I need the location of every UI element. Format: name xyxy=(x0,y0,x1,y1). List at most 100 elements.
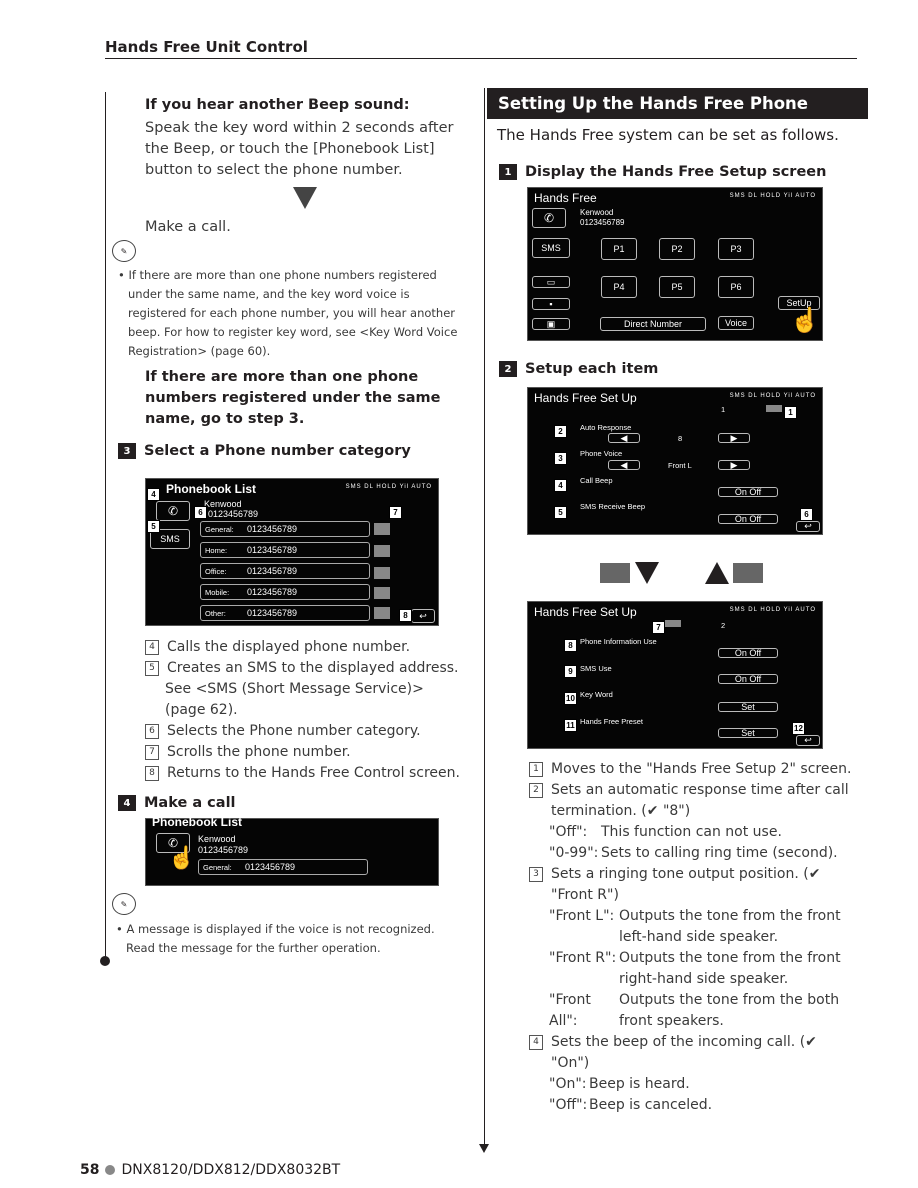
callout-badge: 4 xyxy=(147,488,160,501)
right-item-list: 1 Moves to the "Hands Free Setup 2" scree… xyxy=(529,759,859,1116)
callout-badge: 3 xyxy=(554,452,567,465)
flow-end-dot xyxy=(100,956,110,966)
arrow-down-icon xyxy=(293,187,317,209)
section-title: Setting Up the Hands Free Phone xyxy=(487,88,868,119)
callout-badge: 9 xyxy=(564,665,577,678)
definition: "Front All": Outputs the tone from the bo… xyxy=(549,992,840,1029)
preset-button[interactable]: P2 xyxy=(659,238,695,260)
intro-text: The Hands Free system can be set as foll… xyxy=(497,126,839,144)
sms-button[interactable]: SMS xyxy=(532,238,570,258)
callout-badge: 6 xyxy=(194,506,207,519)
callout-badge: 8 xyxy=(564,639,577,652)
page-number: 58 xyxy=(80,1162,100,1178)
decrease-button[interactable]: ◀ xyxy=(608,433,640,443)
return-button[interactable]: ↩ xyxy=(796,735,820,746)
return-button[interactable]: ↩ xyxy=(796,521,820,532)
callout-badge: 4 xyxy=(554,479,567,492)
step-3-heading: 3 Select a Phone number category xyxy=(118,443,411,459)
callout-badge: 8 xyxy=(399,609,412,622)
phone-row[interactable]: Other: 0123456789 xyxy=(200,605,370,621)
contact-name: Kenwood xyxy=(204,499,242,509)
note-icon: ✎ xyxy=(112,240,136,262)
list-item: 1 Moves to the "Hands Free Setup 2" scree… xyxy=(529,759,859,780)
header-rule xyxy=(105,58,857,59)
continue-arrow-icon xyxy=(479,1144,489,1153)
sms-beep-label: SMS Receive Beep xyxy=(580,502,646,511)
sms-use-label: SMS Use xyxy=(580,664,612,673)
callout-badge: 2 xyxy=(554,425,567,438)
beep-heading: If you hear another Beep sound: xyxy=(145,97,410,113)
preset-button[interactable]: P3 xyxy=(718,238,754,260)
status-bar: SMS DL HOLD Yil AUTO xyxy=(729,607,816,613)
phone-info-label: Phone Information Use xyxy=(580,637,657,646)
definition: "Off": This function can not use. xyxy=(549,824,782,840)
note-icon: ✎ xyxy=(112,893,136,915)
definition: "On": Beep is heard. xyxy=(549,1076,690,1092)
call-button[interactable]: ✆ xyxy=(156,501,190,521)
preset-button[interactable]: P1 xyxy=(601,238,637,260)
screen-title: Hands Free Set Up xyxy=(534,605,637,619)
left-item-list: 4 Calls the displayed phone number. 5 Crea… xyxy=(145,637,465,784)
callout-badge: 5 xyxy=(147,520,160,533)
scroll-button[interactable] xyxy=(374,607,390,619)
key-word-set-button[interactable]: Set xyxy=(718,702,778,712)
preset-set-button[interactable]: Set xyxy=(718,728,778,738)
phonebook-icon[interactable]: ▭ xyxy=(532,276,570,288)
phone-row[interactable]: Home: 0123456789 xyxy=(200,542,370,558)
scroll-button[interactable] xyxy=(374,523,390,535)
auto-response-value: 8 xyxy=(678,434,683,443)
history-icon[interactable]: ▣ xyxy=(532,318,570,330)
next-page-button[interactable] xyxy=(766,405,782,412)
scroll-button[interactable] xyxy=(374,545,390,557)
phone-row[interactable]: General: 0123456789 xyxy=(198,859,368,875)
definition: "0-99": Sets to calling ring time (second… xyxy=(549,845,838,861)
screen-title: Phonebook List xyxy=(166,482,256,496)
arrow-down-icon xyxy=(635,562,659,584)
on-off-toggle[interactable]: On Off xyxy=(718,487,778,497)
preset-label: Hands Free Preset xyxy=(580,717,643,726)
preset-button[interactable]: P6 xyxy=(718,276,754,298)
footer: 58 DNX8120/DDX812/DDX8032BT xyxy=(80,1162,340,1178)
callout-badge: 6 xyxy=(800,508,813,521)
callout-badge: 12 xyxy=(792,722,805,735)
definition: "Off": Beep is canceled. xyxy=(549,1097,713,1113)
on-off-toggle[interactable]: On Off xyxy=(718,648,778,658)
make-call-text: Make a call. xyxy=(145,219,231,235)
phone-row[interactable]: Mobile: 0123456789 xyxy=(200,584,370,600)
increase-button[interactable]: ▶ xyxy=(718,433,750,443)
prev-page-button[interactable] xyxy=(665,620,681,627)
voice-button[interactable]: Voice xyxy=(718,316,754,330)
phone-row[interactable]: General: 0123456789 xyxy=(200,521,370,537)
on-off-toggle[interactable]: On Off xyxy=(718,514,778,524)
direct-number-button[interactable]: Direct Number xyxy=(600,317,706,331)
step-4-heading: 4 Make a call xyxy=(118,795,236,811)
list-item: 5 Creates an SMS to the displayed address… xyxy=(145,658,465,679)
return-button[interactable]: ↩ xyxy=(411,609,435,623)
copy-icon[interactable]: ▪ xyxy=(532,298,570,310)
increase-button[interactable]: ▶ xyxy=(718,460,750,470)
contact-number: 0123456789 xyxy=(208,509,259,519)
scroll-button[interactable] xyxy=(374,567,390,579)
scroll-button[interactable] xyxy=(374,587,390,599)
status-bar: SMS DL HOLD Yil AUTO xyxy=(729,393,816,399)
callout-badge: 7 xyxy=(652,621,665,634)
step-2-heading: 2 Setup each item xyxy=(499,361,658,377)
key-word-label: Key Word xyxy=(580,690,613,699)
decrease-button[interactable]: ◀ xyxy=(608,460,640,470)
on-off-toggle[interactable]: On Off xyxy=(718,674,778,684)
contact-number: 0123456789 xyxy=(198,845,249,855)
preset-button[interactable]: P4 xyxy=(601,276,637,298)
prev-page-button-illustration xyxy=(733,563,763,583)
callout-badge: 11 xyxy=(564,719,577,732)
phone-row[interactable]: Office: 0123456789 xyxy=(200,563,370,579)
definition: "Front L": Outputs the tone from the fron… xyxy=(549,908,841,945)
preset-button[interactable]: P5 xyxy=(659,276,695,298)
setup-screen-1: Hands Free Set Up SMS DL HOLD Yil AUTO 1… xyxy=(527,387,823,535)
note-1: • If there are more than one phone numbe… xyxy=(118,268,458,358)
setup-screen-2: Hands Free Set Up SMS DL HOLD Yil AUTO 2… xyxy=(527,601,823,749)
list-item-sub: See <SMS (Short Message Service)> (page … xyxy=(165,681,424,718)
phone-voice-label: Phone Voice xyxy=(580,449,623,458)
list-item: 4 Calls the displayed phone number. xyxy=(145,637,465,658)
call-button[interactable]: ✆ xyxy=(532,208,566,228)
next-page-button-illustration xyxy=(600,563,630,583)
